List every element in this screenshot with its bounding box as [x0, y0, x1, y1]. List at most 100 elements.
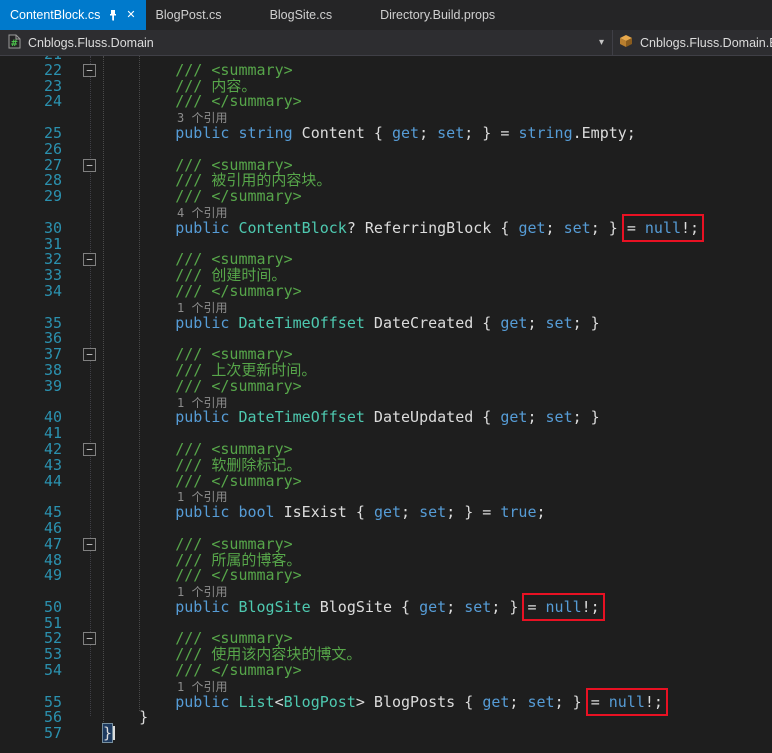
- code-token: set: [419, 503, 447, 522]
- code-token: /// </summary>: [103, 92, 302, 111]
- code-token: get: [392, 123, 420, 142]
- member-dropdown-label: Cnblogs.Fluss.Domain.E: [640, 35, 772, 50]
- fold-margin: [66, 489, 100, 505]
- code-line: 45 public bool IsExist { get; set; } = t…: [0, 503, 772, 522]
- code-rows: 2122− /// <summary>23 /// 内容。24 /// </su…: [0, 56, 772, 744]
- chevron-down-icon[interactable]: ▾: [599, 37, 604, 48]
- code-token: ContentBlock: [238, 218, 347, 237]
- code-token: ;: [401, 503, 420, 522]
- annotation-box: = null!;: [621, 213, 705, 242]
- code-token: ; } =: [464, 123, 519, 142]
- fold-margin: −: [66, 63, 100, 79]
- close-icon[interactable]: ✕: [126, 9, 135, 21]
- code-text: public List<BlogPost> BlogPosts { get; s…: [100, 687, 772, 716]
- fold-margin: [66, 363, 100, 379]
- code-text: /// </summary>: [100, 92, 772, 111]
- line-number: 34: [43, 281, 62, 300]
- fold-toggle-icon[interactable]: −: [83, 158, 96, 172]
- vs-window: ContentBlock.cs ✕ BlogPost.cs BlogSite.c…: [0, 0, 772, 753]
- code-token: /// </summary>: [103, 661, 302, 680]
- line-number: 44: [43, 471, 62, 490]
- code-token: get: [482, 692, 510, 711]
- annotation-box: = null!;: [585, 687, 668, 716]
- code-token: ; } =: [446, 503, 501, 522]
- fold-margin: [66, 679, 100, 695]
- code-text: public bool IsExist { get; set; } = true…: [100, 503, 772, 522]
- code-text: /// </summary>: [100, 661, 772, 680]
- code-token: DateTimeOffset: [238, 313, 365, 332]
- code-text: /// </summary>: [100, 473, 772, 490]
- code-line: 25 public string Content { get; set; } =…: [0, 123, 772, 142]
- tab-blogsite-cs[interactable]: BlogSite.cs: [260, 0, 371, 30]
- tab-blogpost-cs[interactable]: BlogPost.cs: [146, 0, 260, 30]
- fold-margin: [66, 458, 100, 474]
- code-text: /// </summary>: [100, 188, 772, 205]
- code-token: <: [274, 692, 284, 711]
- text-cursor: [113, 726, 115, 741]
- code-token: get: [500, 313, 528, 332]
- fold-margin: [66, 647, 100, 663]
- code-token: BlogSite {: [310, 597, 420, 616]
- code-editor[interactable]: 2122− /// <summary>23 /// 内容。24 /// </su…: [0, 56, 772, 753]
- code-token: DateUpdated {: [364, 408, 501, 427]
- tab-bar: ContentBlock.cs ✕ BlogPost.cs BlogSite.c…: [0, 0, 772, 30]
- code-token: =: [527, 597, 546, 616]
- code-token: public: [103, 123, 230, 142]
- code-text: public ContentBlock? ReferringBlock { ge…: [100, 213, 772, 242]
- member-dropdown[interactable]: Cnblogs.Fluss.Domain.E: [613, 30, 772, 55]
- code-token: public: [103, 503, 230, 522]
- fold-margin: [66, 568, 100, 584]
- code-token: !;: [681, 218, 700, 237]
- fold-margin: [66, 268, 100, 284]
- fold-margin: [66, 726, 100, 742]
- fold-margin: [66, 221, 100, 237]
- fold-margin: −: [66, 537, 100, 553]
- csharp-project-icon: #: [8, 34, 21, 52]
- code-token: bool: [238, 503, 275, 522]
- fold-toggle-icon[interactable]: −: [83, 537, 96, 551]
- fold-toggle-icon[interactable]: −: [83, 348, 96, 362]
- code-token: public: [103, 218, 230, 237]
- code-token: get: [373, 503, 402, 522]
- tab-directory-build-props[interactable]: Directory.Build.props: [370, 0, 533, 30]
- code-text: public DateTimeOffset DateUpdated { get;…: [100, 408, 772, 427]
- pin-icon[interactable]: [108, 9, 118, 21]
- code-text: public BlogSite BlogSite { get; set; } =…: [100, 592, 772, 621]
- fold-margin: [66, 553, 100, 569]
- code-token: /// </summary>: [103, 281, 302, 300]
- code-text: public DateTimeOffset DateCreated { get;…: [100, 313, 772, 332]
- fold-toggle-icon[interactable]: −: [83, 442, 96, 456]
- code-line: 56 }: [0, 710, 772, 726]
- fold-toggle-icon[interactable]: −: [83, 63, 96, 77]
- code-token: true: [500, 503, 537, 522]
- project-dropdown[interactable]: # Cnblogs.Fluss.Domain ▾: [0, 30, 612, 55]
- fold-margin: [66, 126, 100, 142]
- code-token: !;: [581, 597, 600, 616]
- fold-margin: [66, 710, 100, 726]
- code-token: get: [419, 597, 447, 616]
- fold-margin: −: [66, 347, 100, 363]
- code-token: /// </summary>: [103, 566, 302, 585]
- code-text: /// </summary>: [100, 378, 772, 395]
- fold-margin: [66, 237, 100, 253]
- fold-margin: [66, 205, 100, 221]
- code-line: 50 public BlogSite BlogSite { get; set; …: [0, 592, 772, 621]
- code-token: Content {: [292, 123, 392, 142]
- fold-margin: [66, 474, 100, 490]
- code-token: ;: [509, 692, 528, 711]
- fold-toggle-icon[interactable]: −: [83, 253, 96, 267]
- code-token: set: [563, 218, 591, 237]
- code-token: set: [545, 408, 573, 427]
- fold-toggle-icon[interactable]: −: [83, 632, 96, 646]
- line-number: 24: [43, 92, 62, 111]
- code-token: DateTimeOffset: [238, 408, 365, 427]
- fold-margin: [66, 600, 100, 616]
- line-number: 29: [43, 187, 62, 206]
- code-line: 40 public DateTimeOffset DateUpdated { g…: [0, 408, 772, 427]
- tab-contentblock-cs[interactable]: ContentBlock.cs ✕: [0, 0, 146, 30]
- fold-margin: [66, 505, 100, 521]
- code-line: 54 /// </summary>: [0, 661, 772, 680]
- code-token: ;: [527, 313, 546, 332]
- code-token: !;: [644, 692, 663, 711]
- code-token: .Empty;: [572, 123, 636, 142]
